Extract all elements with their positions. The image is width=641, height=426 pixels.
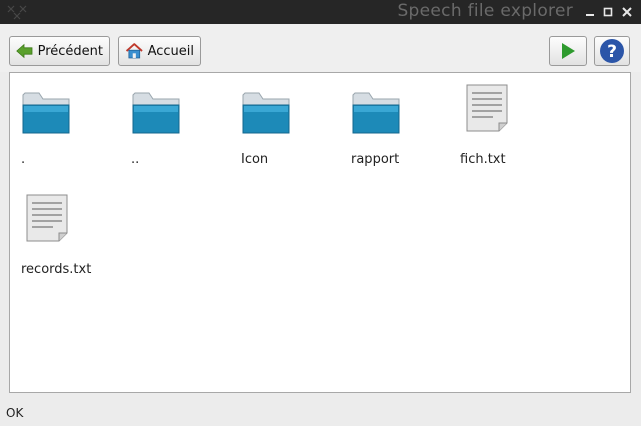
- file-item[interactable]: ..: [131, 81, 211, 171]
- status-text: OK: [6, 406, 24, 420]
- text-file-icon: [466, 84, 508, 132]
- close-button[interactable]: [619, 4, 635, 20]
- grip-icon: [7, 5, 27, 20]
- file-item[interactable]: Icon: [241, 81, 321, 171]
- close-icon: [622, 7, 632, 17]
- home-button[interactable]: Accueil: [118, 36, 201, 66]
- maximize-icon: [603, 7, 613, 17]
- folder-icon: [22, 92, 70, 134]
- file-name: fich.txt: [460, 152, 506, 167]
- file-view[interactable]: . .. Icon rapport fich.txt records.txt: [9, 72, 631, 393]
- house-icon: [125, 43, 143, 59]
- folder-icon: [242, 92, 290, 134]
- folder-icon: [132, 92, 180, 134]
- play-icon: [562, 43, 575, 59]
- minimize-icon: [586, 14, 594, 16]
- file-item[interactable]: records.txt: [21, 191, 101, 281]
- file-name: Icon: [241, 152, 269, 167]
- home-button-label: Accueil: [147, 43, 194, 59]
- file-name: rapport: [351, 152, 400, 167]
- back-button[interactable]: Précédent: [9, 36, 110, 66]
- status-bar: OK: [0, 400, 641, 426]
- file-name: records.txt: [21, 262, 92, 277]
- back-button-label: Précédent: [37, 43, 103, 59]
- help-button[interactable]: ?: [594, 36, 630, 66]
- minimize-button[interactable]: [582, 4, 598, 20]
- arrow-left-icon: [16, 43, 33, 59]
- svg-text:?: ?: [607, 42, 617, 62]
- file-item[interactable]: .: [21, 81, 101, 171]
- toolbar: Précédent Accueil ?: [0, 24, 641, 72]
- title-bar[interactable]: Speech file explorer: [0, 0, 641, 24]
- window-title: Speech file explorer: [397, 1, 573, 21]
- help-icon: ?: [600, 39, 624, 63]
- file-item[interactable]: fich.txt: [460, 81, 540, 171]
- file-name: .: [21, 152, 26, 167]
- file-item[interactable]: rapport: [351, 81, 431, 171]
- folder-icon: [352, 92, 400, 134]
- play-button[interactable]: [549, 36, 587, 66]
- maximize-button[interactable]: [600, 4, 616, 20]
- file-name: ..: [131, 152, 140, 167]
- text-file-icon: [26, 194, 68, 242]
